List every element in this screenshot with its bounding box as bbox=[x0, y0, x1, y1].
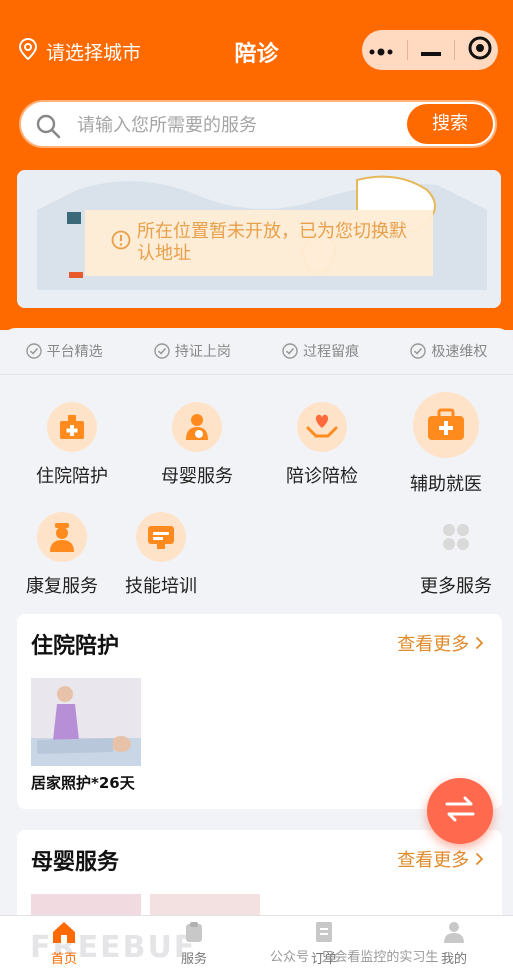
services-icon bbox=[186, 922, 202, 942]
view-more-link[interactable]: 查看更多 bbox=[397, 630, 484, 656]
search-input[interactable] bbox=[75, 110, 409, 140]
orders-icon bbox=[316, 922, 332, 942]
badge: 极速维权 bbox=[410, 341, 487, 361]
product-caption: 居家照护*26天 bbox=[31, 774, 135, 792]
service-medical-assist[interactable]: 辅助就医 bbox=[396, 392, 496, 496]
capsule-divider bbox=[407, 40, 409, 60]
check-circle-icon bbox=[410, 343, 427, 359]
product-thumbnail[interactable] bbox=[31, 678, 141, 766]
navigation-bar: 请选择城市 陪诊 bbox=[0, 22, 513, 82]
section-hospital-care: 住院陪护 查看更多 居家照护*26天 bbox=[17, 614, 502, 809]
badge: 平台精选 bbox=[25, 341, 103, 361]
hospital-icon bbox=[47, 402, 97, 452]
service-label: 母婴服务 bbox=[161, 466, 233, 487]
badge-label: 平台精选 bbox=[46, 344, 103, 360]
tab-home[interactable]: 首页 bbox=[24, 920, 104, 967]
chevron-right-icon bbox=[475, 634, 484, 655]
location-toast: 所在位置暂未开放，已为您切换默认地址 bbox=[85, 210, 433, 276]
badge: 过程留痕 bbox=[282, 341, 359, 361]
tab-label: 服务 bbox=[180, 952, 207, 967]
view-more-label: 查看更多 bbox=[397, 634, 470, 655]
service-accompany-exam[interactable]: 陪诊陪检 bbox=[272, 402, 372, 488]
service-mother-baby[interactable]: 母婴服务 bbox=[147, 402, 247, 488]
view-more-link[interactable]: 查看更多 bbox=[397, 846, 484, 872]
chevron-right-icon bbox=[475, 850, 484, 871]
view-more-label: 查看更多 bbox=[397, 850, 470, 871]
badge-label: 极速维权 bbox=[431, 344, 488, 360]
minimize-icon[interactable] bbox=[420, 41, 441, 60]
search-icon bbox=[35, 113, 61, 143]
miniprogram-capsule bbox=[362, 30, 498, 70]
service-label: 住院陪护 bbox=[36, 466, 108, 487]
swap-arrows-icon bbox=[443, 796, 477, 826]
wechat-watermark: 公众号 · 只会看监控的实习生 bbox=[270, 950, 439, 965]
service-label: 陪诊陪检 bbox=[286, 466, 358, 487]
medical-kit-icon bbox=[413, 392, 479, 458]
check-circle-icon bbox=[154, 343, 170, 359]
service-label: 康复服务 bbox=[26, 576, 98, 597]
service-label: 辅助就医 bbox=[410, 474, 482, 495]
more-dots-icon[interactable] bbox=[368, 41, 394, 60]
service-label: 更多服务 bbox=[420, 576, 492, 597]
switch-button[interactable] bbox=[427, 778, 493, 844]
tab-label: 首页 bbox=[50, 952, 77, 967]
tab-services[interactable]: 服务 bbox=[154, 920, 234, 967]
badge-label: 持证上岗 bbox=[174, 344, 231, 360]
service-training[interactable]: 技能培训 bbox=[111, 512, 211, 598]
section-title: 住院陪护 bbox=[31, 634, 120, 659]
check-circle-icon bbox=[25, 343, 42, 359]
check-circle-icon bbox=[282, 343, 298, 359]
guarantee-badges: 平台精选 持证上岗 过程留痕 极速维权 bbox=[0, 328, 513, 375]
nurse-caring-photo bbox=[31, 678, 141, 766]
search-bar: 搜索 bbox=[19, 100, 497, 148]
toast-text: 所在位置暂未开放，已为您切换默认地址 bbox=[137, 221, 407, 264]
mother-baby-icon bbox=[172, 402, 222, 452]
home-icon bbox=[53, 922, 75, 943]
service-more[interactable]: 更多服务 bbox=[406, 512, 506, 598]
nurse-icon bbox=[37, 512, 87, 562]
target-icon[interactable] bbox=[468, 36, 492, 64]
service-rehab[interactable]: 康复服务 bbox=[12, 512, 112, 598]
profile-icon bbox=[444, 922, 464, 943]
header-background: 请选择城市 陪诊 搜索 bbox=[0, 0, 513, 330]
warning-circle-icon bbox=[111, 230, 131, 256]
section-title: 母婴服务 bbox=[31, 850, 120, 875]
banner-map[interactable]: 所在位置暂未开放，已为您切换默认地址 bbox=[17, 170, 501, 308]
tab-bar: FREEBUF 首页 服务 订单 我的 公众号 · 只会看监控的实习生 bbox=[0, 915, 513, 976]
grid-icon bbox=[431, 512, 481, 562]
service-hospital-care[interactable]: 住院陪护 bbox=[22, 402, 122, 488]
service-label: 技能培训 bbox=[125, 576, 197, 597]
badge-label: 过程留痕 bbox=[303, 344, 360, 360]
training-icon bbox=[136, 512, 186, 562]
badge: 持证上岗 bbox=[154, 341, 231, 361]
search-button[interactable]: 搜索 bbox=[407, 104, 493, 144]
capsule-divider bbox=[453, 40, 455, 60]
heart-hands-icon bbox=[297, 402, 347, 452]
